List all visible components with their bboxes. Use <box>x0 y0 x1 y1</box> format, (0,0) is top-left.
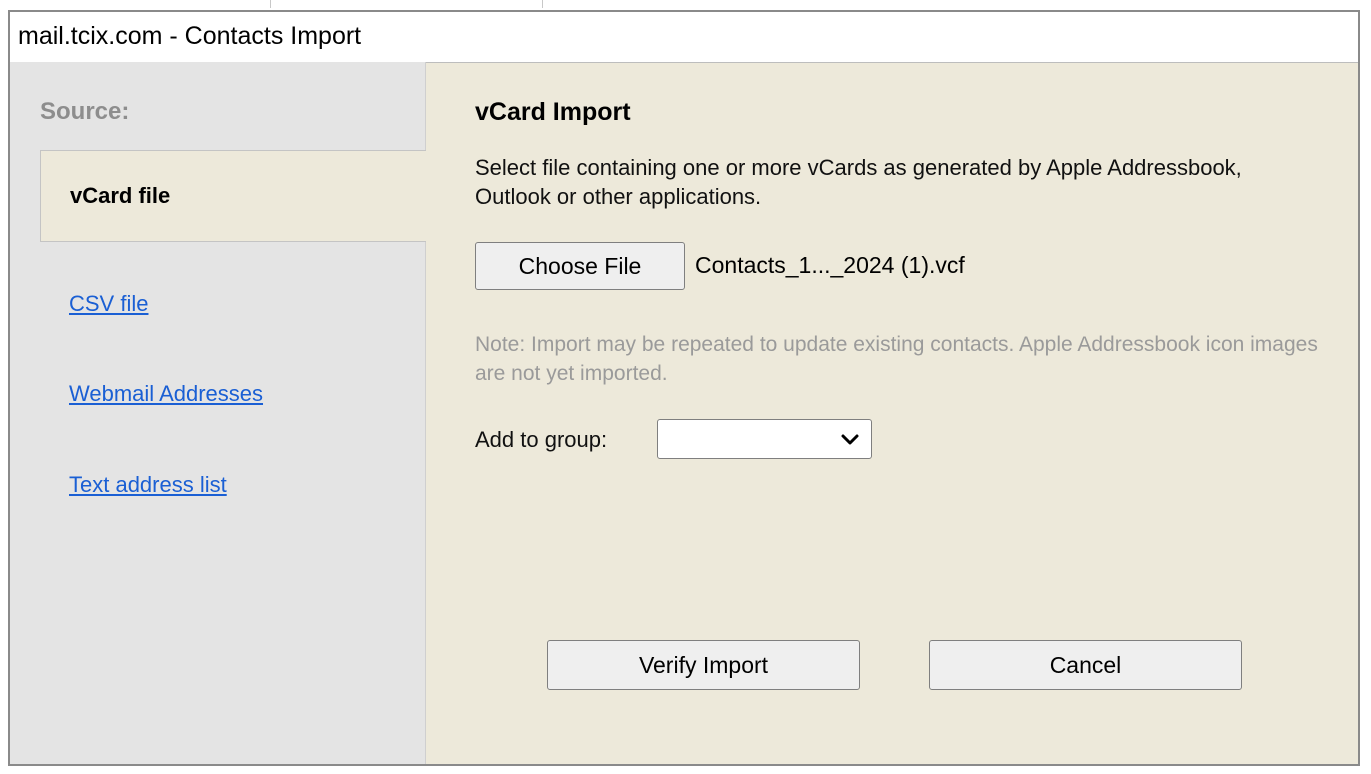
import-note: Note: Import may be repeated to update e… <box>475 333 1318 385</box>
group-select[interactable] <box>657 419 872 459</box>
page-title: vCard Import <box>475 98 631 126</box>
selected-file-name: Contacts_1..._2024 (1).vcf <box>695 252 965 278</box>
window-title: mail.tcix.com - Contacts Import <box>18 22 362 50</box>
choose-file-button[interactable]: Choose File <box>475 242 685 290</box>
sidebar-item-label: vCard file <box>70 183 171 208</box>
sidebar-item-webmail-addresses[interactable]: Webmail Addresses <box>69 381 263 407</box>
import-description: Select file containing one or more vCard… <box>475 155 1242 209</box>
sidebar-item-vcard-file[interactable]: vCard file <box>40 150 426 242</box>
source-sidebar: Source: vCard file CSV file Webmail Addr… <box>10 62 426 764</box>
contacts-import-dialog: mail.tcix.com - Contacts Import Source: … <box>8 10 1360 766</box>
background-strip <box>0 0 1371 8</box>
sidebar-item-csv-file[interactable]: CSV file <box>69 291 148 317</box>
chevron-down-icon <box>841 434 859 445</box>
import-panel: vCard Import Select file containing one … <box>426 62 1358 764</box>
title-bar: mail.tcix.com - Contacts Import <box>10 12 1358 63</box>
sidebar-item-text-address-list[interactable]: Text address list <box>69 472 227 498</box>
verify-import-button[interactable]: Verify Import <box>547 640 860 690</box>
background-divider <box>542 0 543 8</box>
cancel-button[interactable]: Cancel <box>929 640 1242 690</box>
source-label: Source: <box>40 98 130 125</box>
add-to-group-label: Add to group: <box>475 427 608 452</box>
background-divider <box>270 0 271 8</box>
